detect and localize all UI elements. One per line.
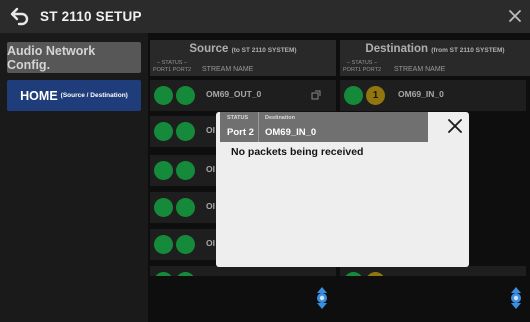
popup-destination-key: Destination — [265, 115, 295, 121]
popup-status-value: Port 2 — [227, 127, 254, 138]
status-popup: STATUS Destination Port 2 OM69_IN_0 No p… — [216, 112, 469, 267]
destination-scroll-knob-icon[interactable] — [510, 287, 522, 309]
title-bar: ST 2110 SETUP — [0, 0, 530, 33]
source-scroll-knob-icon[interactable] — [316, 287, 328, 309]
nav-home[interactable]: HOME (Source / Destination) — [7, 80, 141, 111]
back-button[interactable] — [6, 3, 34, 31]
window-close-button[interactable] — [504, 5, 526, 27]
back-arrow-icon — [10, 7, 29, 25]
nav-audio-network-config[interactable]: Audio Network Config. — [7, 42, 141, 73]
close-icon — [509, 10, 521, 22]
nav-home-label: HOME — [20, 88, 58, 103]
nav-audio-label: Audio Network Config. — [7, 43, 96, 72]
window-title: ST 2110 SETUP — [40, 9, 142, 24]
popup-header: STATUS Destination Port 2 OM69_IN_0 — [220, 112, 428, 142]
nav-home-sublabel: (Source / Destination) — [60, 92, 128, 99]
popup-destination-value: OM69_IN_0 — [265, 127, 317, 138]
popup-header-divider — [258, 112, 259, 142]
popup-status-key: STATUS — [227, 115, 249, 121]
popup-close-icon[interactable] — [446, 117, 464, 135]
popup-message: No packets being received — [231, 146, 364, 158]
left-nav: Audio Network Config. HOME (Source / Des… — [0, 33, 148, 322]
